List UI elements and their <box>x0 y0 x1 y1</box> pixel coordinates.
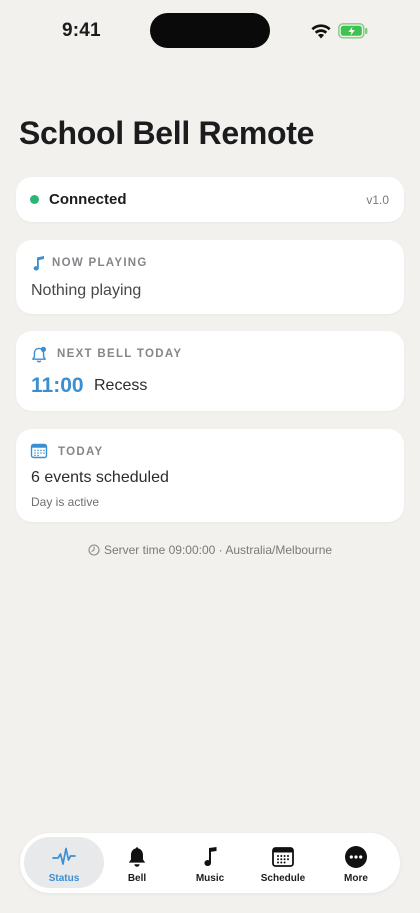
bell-icon <box>32 346 46 363</box>
tab-bell-label: Bell <box>127 873 147 884</box>
next-bell-card[interactable]: NEXT BELL TODAY 11:00 Recess <box>16 331 404 411</box>
tab-schedule-label: Schedule <box>260 873 306 884</box>
connection-card: Connected v1.0 <box>16 177 404 222</box>
more-icon <box>345 846 367 868</box>
next-bell-heading: NEXT BELL TODAY <box>57 348 183 360</box>
tab-schedule[interactable]: Schedule <box>243 837 323 888</box>
tab-music-label: Music <box>195 873 225 884</box>
today-heading: TODAY <box>58 446 104 458</box>
server-time-line: Server time 09:00:00 · Australia/Melbour… <box>0 543 420 557</box>
page-title: School Bell Remote <box>19 115 315 151</box>
now-playing-heading: NOW PLAYING <box>52 257 148 269</box>
tab-status[interactable]: Status <box>24 837 104 888</box>
connection-status-dot <box>30 195 39 204</box>
clock-icon <box>88 544 100 556</box>
status-bar: 9:41 <box>0 0 420 60</box>
pulse-icon <box>52 847 76 865</box>
bell-icon <box>128 847 146 867</box>
wifi-icon <box>311 24 331 39</box>
app-screen: 9:41 School Bell Remote Connected v1.0 N… <box>0 0 420 913</box>
status-time: 9:41 <box>62 20 101 41</box>
tab-status-label: Status <box>48 873 80 884</box>
today-event-count: 6 events scheduled <box>31 469 169 486</box>
dynamic-island <box>150 13 270 48</box>
tab-more-label: More <box>344 873 368 884</box>
next-bell-name: Recess <box>94 377 148 394</box>
now-playing-text: Nothing playing <box>31 282 142 299</box>
battery-icon <box>338 23 368 39</box>
server-time-text: Server time 09:00:00 · Australia/Melbour… <box>103 543 333 557</box>
now-playing-card[interactable]: NOW PLAYING Nothing playing <box>16 240 404 314</box>
tab-more[interactable]: More <box>316 837 396 888</box>
tab-music[interactable]: Music <box>170 837 250 888</box>
tab-bell[interactable]: Bell <box>97 837 177 888</box>
connection-status-label: Connected <box>49 191 127 208</box>
today-card[interactable]: TODAY 6 events scheduled Day is active <box>16 429 404 522</box>
app-version: v1.0 <box>366 193 389 207</box>
next-bell-time: 11:00 <box>31 374 84 397</box>
calendar-icon <box>30 443 48 459</box>
music-note-icon <box>33 256 44 271</box>
music-note-icon <box>204 847 217 867</box>
today-status: Day is active <box>31 495 100 509</box>
calendar-icon <box>272 847 294 867</box>
tab-bar: Status Bell Music Schedule More <box>20 833 400 893</box>
